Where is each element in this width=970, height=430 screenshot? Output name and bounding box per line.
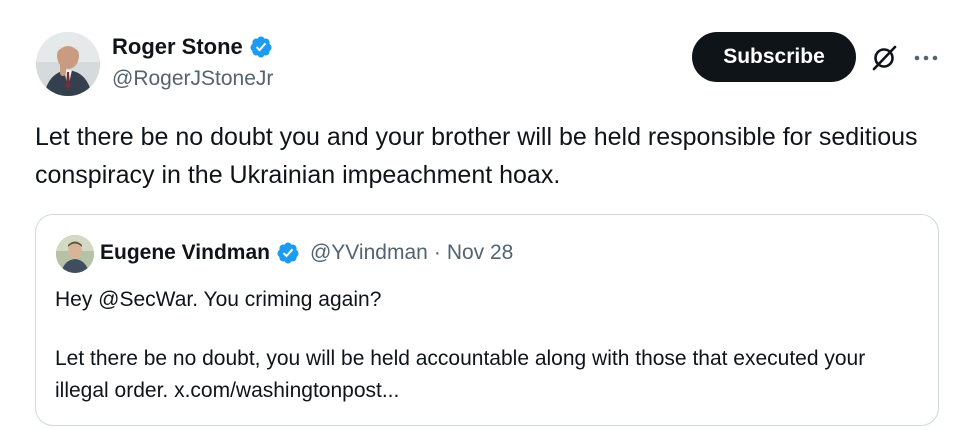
author-name-row[interactable]: Roger Stone xyxy=(112,33,273,61)
meta-separator: · xyxy=(433,241,441,264)
author-name[interactable]: Roger Stone xyxy=(112,33,243,61)
verified-badge-icon xyxy=(277,242,299,264)
quoted-author-row: Eugene Vindman @YVindman · Nov 28 xyxy=(100,239,513,267)
quoted-text-line2: Let there be no doubt, you will be held … xyxy=(55,347,866,402)
verified-badge-icon xyxy=(250,36,272,58)
grok-icon[interactable] xyxy=(870,44,898,72)
quoted-handle[interactable]: @YVindman xyxy=(310,239,428,267)
author-handle[interactable]: @RogerJStoneJr xyxy=(112,66,273,92)
author-avatar[interactable] xyxy=(36,32,100,96)
more-options-icon[interactable] xyxy=(912,46,940,70)
quoted-text-line1: Hey @SecWar. You criming again? xyxy=(55,288,382,311)
post-text: Let there be no doubt you and your broth… xyxy=(35,123,918,189)
subscribe-button[interactable]: Subscribe xyxy=(692,32,856,82)
quoted-author-avatar[interactable] xyxy=(56,235,94,273)
quoted-author-name[interactable]: Eugene Vindman xyxy=(100,239,270,267)
quoted-date[interactable]: Nov 28 xyxy=(447,239,514,267)
quoted-post[interactable]: Eugene Vindman @YVindman · Nov 28 Hey @S… xyxy=(35,214,939,426)
